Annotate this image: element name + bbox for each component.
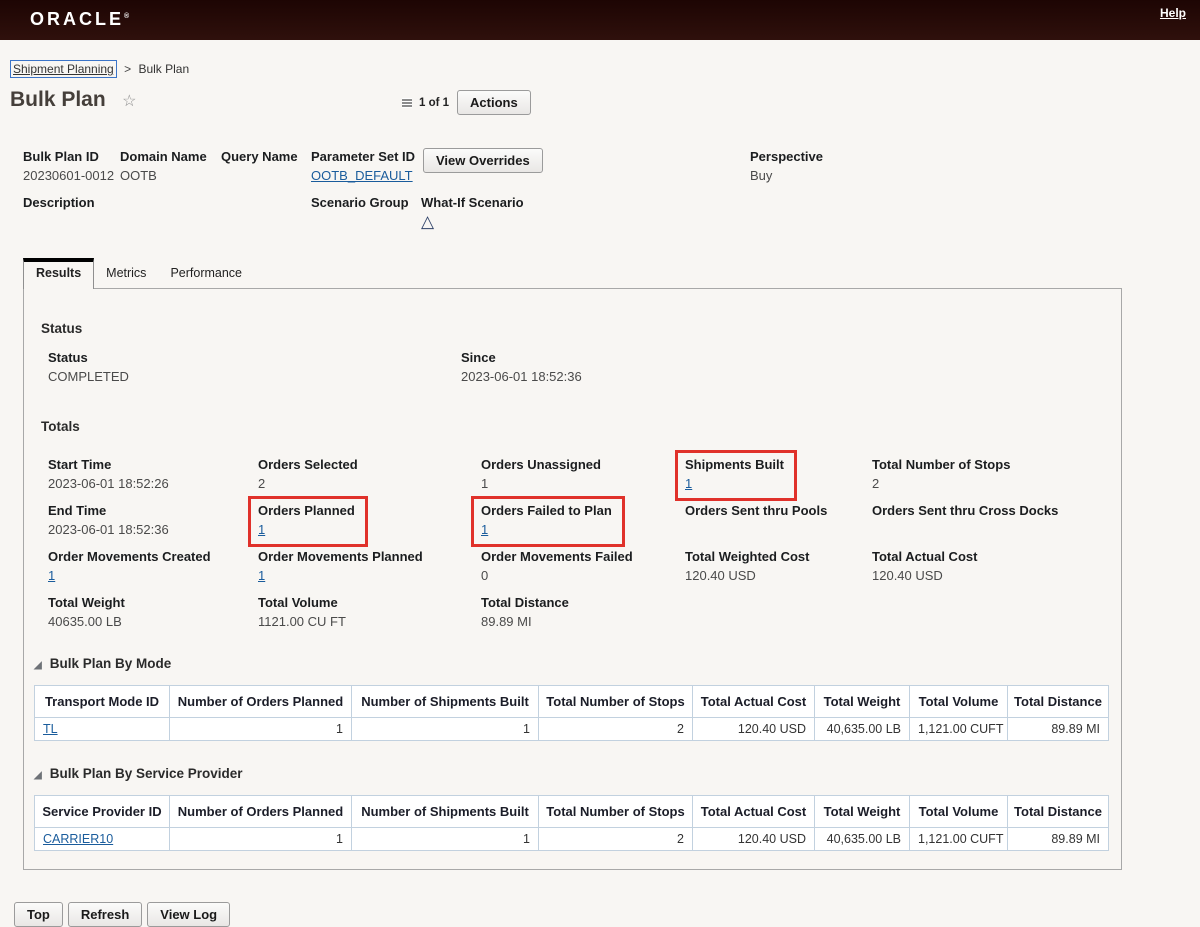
total-weighted-cost: Total Weighted Cost 120.40 USD xyxy=(685,548,872,585)
col-total-weight: Total Weight xyxy=(815,796,910,828)
shipments-built-highlight-box: Shipments Built 1 xyxy=(675,450,797,501)
orders-planned-highlight-box: Orders Planned 1 xyxy=(248,496,368,547)
page-title: Bulk Plan xyxy=(10,88,106,111)
field-query-name: Query Name xyxy=(221,148,298,186)
parameter-set-link[interactable]: OOTB_DEFAULT xyxy=(311,168,413,183)
service-provider-link[interactable]: CARRIER10 xyxy=(43,832,113,846)
total-orders-failed-to-plan: Orders Failed to Plan 1 xyxy=(481,502,685,539)
field-since: Since 2023-06-01 18:52:36 xyxy=(461,348,582,387)
col-num-shipments-built: Number of Shipments Built xyxy=(352,796,539,828)
orders-planned-link[interactable]: 1 xyxy=(258,522,265,537)
what-if-triangle-icon[interactable]: △ xyxy=(421,212,434,231)
breadcrumb: Shipment Planning > Bulk Plan xyxy=(10,62,1200,76)
mode-section-heading: ◢Bulk Plan By Mode xyxy=(34,656,1121,671)
record-pager: 1 of 1 xyxy=(419,97,449,109)
orders-failed-to-plan-link[interactable]: 1 xyxy=(481,522,488,537)
total-orders-sent-thru-cross-docks: Orders Sent thru Cross Docks xyxy=(872,502,1121,539)
col-total-actual-cost: Total Actual Cost xyxy=(693,686,815,718)
col-total-distance: Total Distance xyxy=(1008,796,1109,828)
total-order-movements-created: Order Movements Created 1 xyxy=(48,548,258,585)
total-weight: Total Weight 40635.00 LB xyxy=(48,594,258,631)
status-group-heading: Status xyxy=(41,321,1121,336)
field-status: Status COMPLETED xyxy=(48,348,461,387)
col-total-volume: Total Volume xyxy=(910,686,1008,718)
total-actual-cost: Total Actual Cost 120.40 USD xyxy=(872,548,1121,585)
orders-failed-highlight-box: Orders Failed to Plan 1 xyxy=(471,496,625,547)
view-log-button[interactable]: View Log xyxy=(147,902,230,927)
total-volume: Total Volume 1121.00 CU FT xyxy=(258,594,481,631)
col-total-actual-cost: Total Actual Cost xyxy=(693,796,815,828)
tab-results[interactable]: Results xyxy=(23,258,94,289)
transport-mode-link[interactable]: TL xyxy=(43,722,58,736)
pager-cluster: 1 of 1 Actions xyxy=(400,90,531,115)
tab-performance[interactable]: Performance xyxy=(158,259,254,288)
col-num-orders-planned: Number of Orders Planned xyxy=(170,796,352,828)
mode-table-header-row: Transport Mode ID Number of Orders Plann… xyxy=(35,686,1109,718)
total-order-movements-planned: Order Movements Planned 1 xyxy=(258,548,481,585)
app-header: ORACLE® Help xyxy=(0,0,1200,40)
status-fields: Status COMPLETED Since 2023-06-01 18:52:… xyxy=(48,348,1121,387)
breadcrumb-separator: > xyxy=(124,62,131,76)
col-total-number-of-stops: Total Number of Stops xyxy=(539,796,693,828)
breadcrumb-shipment-planning[interactable]: Shipment Planning xyxy=(10,60,117,78)
results-panel: Status Status COMPLETED Since 2023-06-01… xyxy=(23,288,1122,870)
tab-strip: Results Metrics Performance xyxy=(23,257,1200,288)
total-start-time: Start Time 2023-06-01 18:52:26 xyxy=(48,456,258,493)
collapse-triangle-icon[interactable]: ◢ xyxy=(34,770,42,781)
total-order-movements-failed: Order Movements Failed 0 xyxy=(481,548,685,585)
col-num-orders-planned: Number of Orders Planned xyxy=(170,686,352,718)
header-fields: Bulk Plan ID 20230601-0012 Domain Name O… xyxy=(0,148,1200,243)
total-number-of-stops: Total Number of Stops 2 xyxy=(872,456,1121,493)
col-total-distance: Total Distance xyxy=(1008,686,1109,718)
col-total-number-of-stops: Total Number of Stops xyxy=(539,686,693,718)
field-what-if-scenario: What-If Scenario △ xyxy=(421,194,524,233)
totals-grid: Start Time 2023-06-01 18:52:26 Orders Se… xyxy=(48,456,1121,631)
field-description: Description xyxy=(23,194,95,232)
field-perspective: Perspective Buy xyxy=(750,148,823,186)
field-bulk-plan-id: Bulk Plan ID 20230601-0012 xyxy=(23,148,114,186)
view-overrides-button[interactable]: View Overrides xyxy=(423,148,543,173)
tab-metrics[interactable]: Metrics xyxy=(94,259,158,288)
col-total-volume: Total Volume xyxy=(910,796,1008,828)
order-movements-planned-link[interactable]: 1 xyxy=(258,568,265,583)
col-num-shipments-built: Number of Shipments Built xyxy=(352,686,539,718)
total-shipments-built: Shipments Built 1 xyxy=(685,456,872,493)
help-link[interactable]: Help xyxy=(1160,6,1186,20)
col-transport-mode-id: Transport Mode ID xyxy=(35,686,170,718)
table-row: CARRIER10 1 1 2 120.40 USD 40,635.00 LB … xyxy=(35,828,1109,851)
col-service-provider-id: Service Provider ID xyxy=(35,796,170,828)
shipments-built-link[interactable]: 1 xyxy=(685,476,692,491)
total-distance: Total Distance 89.89 MI xyxy=(481,594,685,631)
provider-section-heading: ◢Bulk Plan By Service Provider xyxy=(34,766,1121,781)
col-total-weight: Total Weight xyxy=(815,686,910,718)
provider-table-header-row: Service Provider ID Number of Orders Pla… xyxy=(35,796,1109,828)
breadcrumb-current: Bulk Plan xyxy=(138,62,189,76)
footer-buttons: Top Refresh View Log xyxy=(14,902,1200,927)
top-button[interactable]: Top xyxy=(14,902,63,927)
results-list-icon[interactable] xyxy=(400,96,414,110)
table-row: TL 1 1 2 120.40 USD 40,635.00 LB 1,121.0… xyxy=(35,718,1109,741)
order-movements-created-link[interactable]: 1 xyxy=(48,568,55,583)
total-end-time: End Time 2023-06-01 18:52:36 xyxy=(48,502,258,539)
refresh-button[interactable]: Refresh xyxy=(68,902,142,927)
collapse-triangle-icon[interactable]: ◢ xyxy=(34,660,42,671)
field-parameter-set-id: Parameter Set ID OOTB_DEFAULT xyxy=(311,148,415,186)
totals-group-heading: Totals xyxy=(41,419,1121,434)
total-orders-planned: Orders Planned 1 xyxy=(258,502,481,539)
registered-mark: ® xyxy=(124,13,129,20)
total-orders-selected: Orders Selected 2 xyxy=(258,456,481,493)
actions-button[interactable]: Actions xyxy=(457,90,531,115)
field-scenario-group: Scenario Group xyxy=(311,194,409,232)
provider-table: Service Provider ID Number of Orders Pla… xyxy=(34,795,1109,851)
total-orders-sent-thru-pools: Orders Sent thru Pools xyxy=(685,502,872,539)
mode-table: Transport Mode ID Number of Orders Plann… xyxy=(34,685,1109,741)
total-orders-unassigned: Orders Unassigned 1 xyxy=(481,456,685,493)
title-row: Bulk Plan ☆ 1 of 1 Actions xyxy=(10,88,1200,124)
favorite-star-icon[interactable]: ☆ xyxy=(122,93,136,110)
oracle-logo: ORACLE® xyxy=(30,9,129,30)
field-domain-name: Domain Name OOTB xyxy=(120,148,207,186)
